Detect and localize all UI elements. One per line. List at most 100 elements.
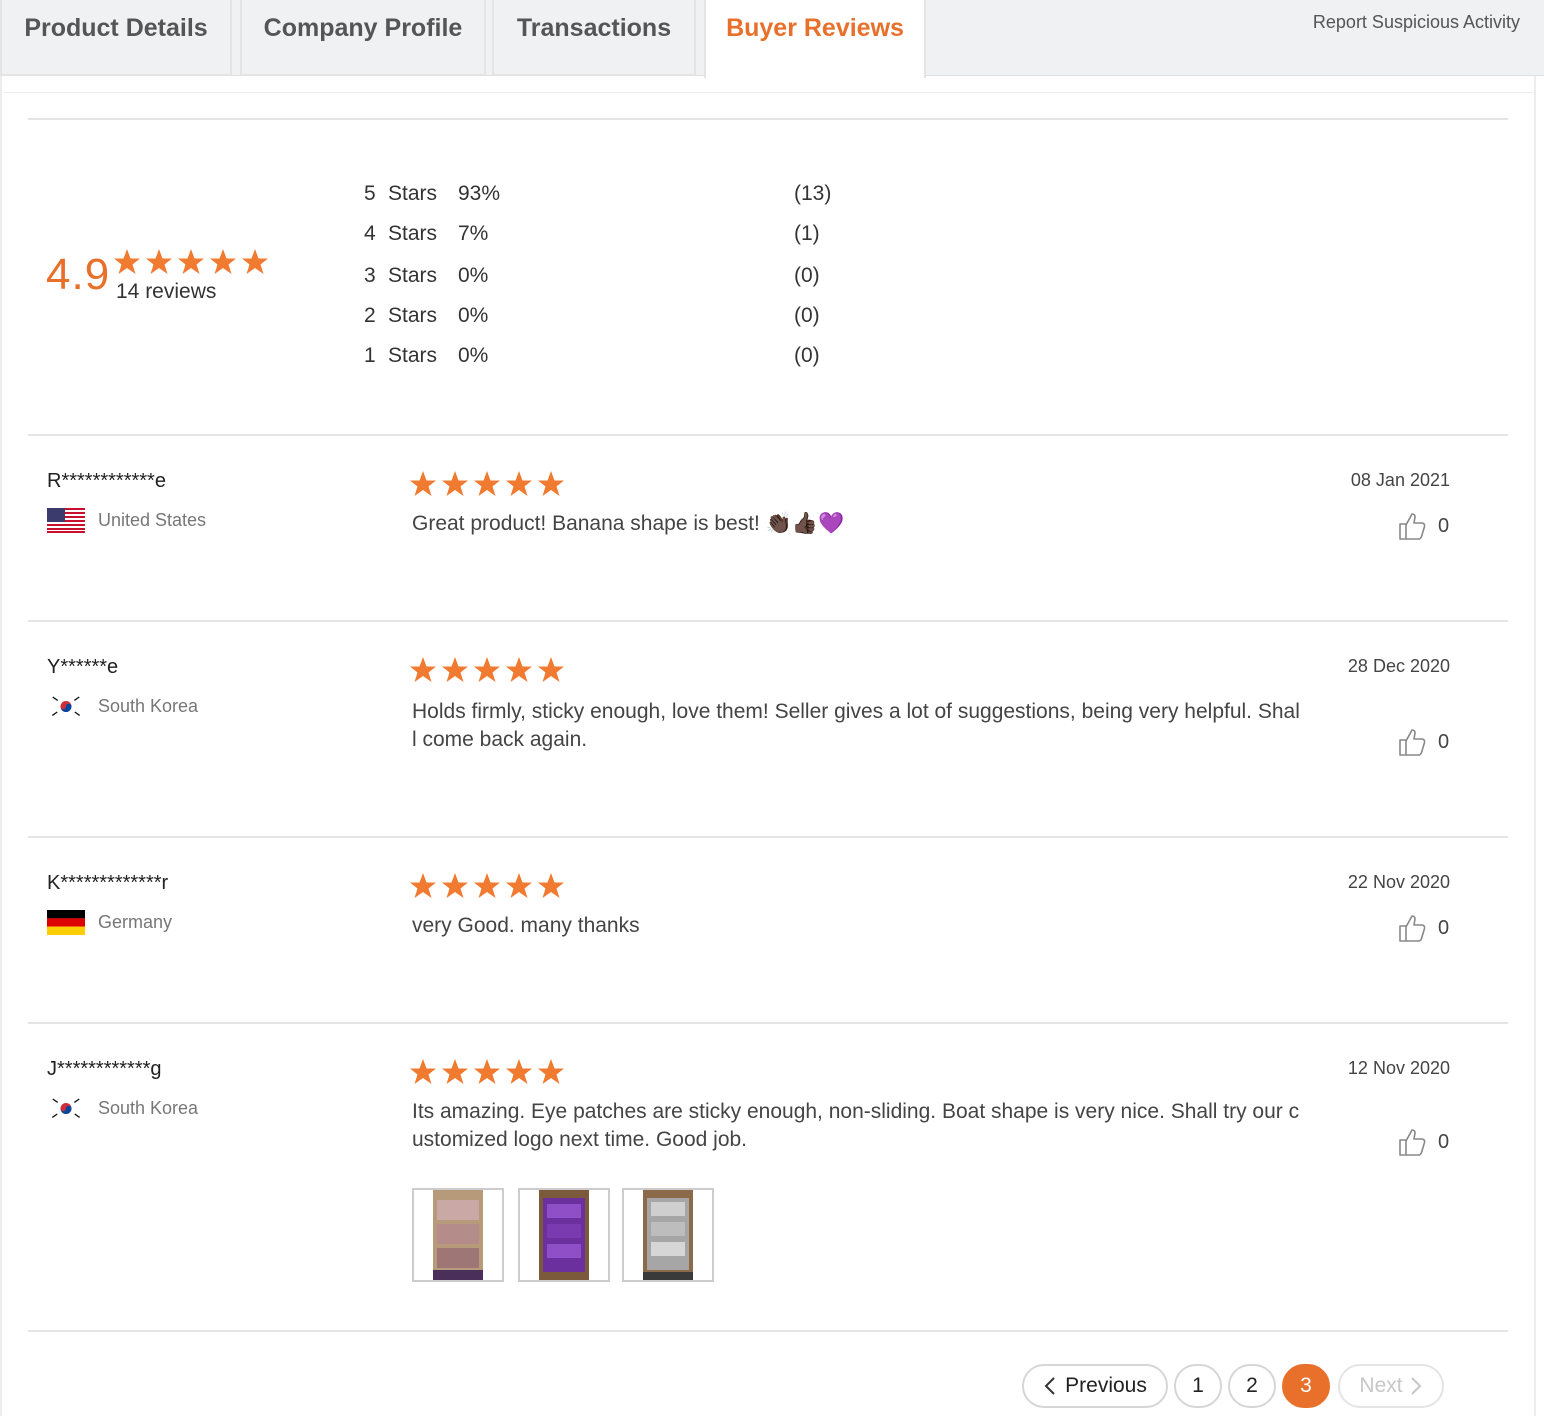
star-percent: 0% (458, 264, 489, 287)
star-icon (114, 249, 140, 274)
star-icon (506, 471, 532, 496)
star-icon (474, 873, 500, 898)
star-icon (506, 657, 532, 682)
star-icon (410, 1059, 436, 1084)
reviewer-name: Y******e (47, 656, 119, 678)
like-button[interactable]: 0 (1398, 1126, 1458, 1158)
star-level: 2 (364, 304, 376, 327)
like-button[interactable]: 0 (1398, 510, 1458, 542)
report-suspicious-activity-link[interactable]: Report Suspicious Activity (1313, 12, 1520, 33)
review-photo-thumbnail[interactable] (518, 1188, 610, 1282)
star-icon (538, 873, 564, 898)
flag-us-icon (47, 508, 85, 533)
reviewer-country: Germany (98, 912, 173, 932)
review-text: very Good. many thanks (412, 914, 640, 937)
review-text: Its amazing. Eye patches are sticky enou… (412, 1100, 1300, 1151)
star-icon (410, 471, 436, 496)
star-icon (410, 873, 436, 898)
review-stars (410, 657, 564, 682)
previous-page-button[interactable]: Previous (1022, 1364, 1168, 1408)
like-count: 0 (1438, 514, 1450, 537)
tab-transactions[interactable]: Transactions (492, 0, 696, 76)
divider (4, 92, 1534, 93)
divider (28, 1330, 1508, 1332)
star-level: 1 (364, 344, 376, 367)
star-label: Stars (388, 304, 438, 327)
review-photo (539, 1190, 589, 1280)
star-icon (506, 873, 532, 898)
star-icon (178, 249, 204, 274)
like-count: 0 (1438, 730, 1450, 753)
page-button-3[interactable]: 3 (1282, 1364, 1330, 1408)
review-photo-thumbnail[interactable] (412, 1188, 504, 1282)
star-count: (13) (794, 182, 832, 205)
flag-germany-icon (47, 910, 85, 935)
reviewer-country: South Korea (98, 1098, 199, 1118)
page-button-2[interactable]: 2 (1228, 1364, 1276, 1408)
review-count: 14 reviews (116, 280, 217, 303)
reviewer-name: K*************r (47, 872, 169, 894)
thumbs-up-icon (1399, 1129, 1426, 1156)
next-label: Next (1359, 1374, 1403, 1397)
tab-product-details[interactable]: Product Details (0, 0, 232, 76)
star-level: 3 (364, 264, 376, 287)
divider (28, 620, 1508, 622)
star-label: Stars (388, 264, 438, 287)
star-icon (442, 471, 468, 496)
review-date: 08 Jan 2021 (1350, 470, 1450, 490)
star-icon (474, 1059, 500, 1084)
star-icon (442, 1059, 468, 1084)
previous-label: Previous (1065, 1374, 1147, 1397)
star-icon (210, 249, 236, 274)
tab-company-profile[interactable]: Company Profile (240, 0, 486, 76)
review-photo-thumbnail[interactable] (622, 1188, 714, 1282)
review-text: Great product! Banana shape is best! 👏🏿👍… (412, 512, 845, 535)
page-button-1[interactable]: 1 (1174, 1364, 1222, 1408)
star-icon (538, 1059, 564, 1084)
star-icon (442, 657, 468, 682)
like-button[interactable]: 0 (1398, 726, 1458, 758)
star-icon (506, 1059, 532, 1084)
star-icon (538, 471, 564, 496)
star-icon (442, 873, 468, 898)
star-count: (0) (794, 304, 820, 327)
review-photo (433, 1190, 483, 1280)
star-percent: 93% (458, 182, 501, 205)
divider (28, 434, 1508, 436)
star-percent: 0% (458, 344, 489, 367)
star-label: Stars (388, 222, 438, 245)
review-date: 12 Nov 2020 (1347, 1058, 1450, 1078)
review-date: 28 Dec 2020 (1347, 656, 1450, 676)
like-count: 0 (1438, 1130, 1450, 1153)
tab-bar: Product Details Company Profile Transact… (0, 0, 1544, 78)
star-count: (0) (794, 344, 820, 367)
reviewer-country: South Korea (98, 696, 199, 716)
like-button[interactable]: 0 (1398, 912, 1458, 944)
like-count: 0 (1438, 916, 1450, 939)
reviewer-name: J************g (47, 1058, 162, 1080)
thumbs-up-icon (1399, 729, 1426, 756)
review-photo (643, 1190, 693, 1280)
next-page-button[interactable]: Next (1338, 1364, 1444, 1408)
star-icon (474, 657, 500, 682)
review-date: 22 Nov 2020 (1347, 872, 1450, 892)
review-stars (410, 1059, 564, 1084)
star-percent: 7% (458, 222, 489, 245)
chevron-right-icon (1410, 1377, 1422, 1395)
tab-buyer-reviews[interactable]: Buyer Reviews (704, 0, 926, 78)
flag-south-korea-icon (47, 694, 85, 719)
average-rating: 4.9 (46, 250, 111, 299)
thumbs-up-icon (1399, 513, 1426, 540)
star-count: (1) (794, 222, 820, 245)
review-stars (410, 873, 564, 898)
reviewer-country: United States (98, 510, 207, 530)
reviewer-name: R************e (47, 470, 166, 492)
divider (28, 836, 1508, 838)
star-label: Stars (388, 344, 438, 367)
thumbs-up-icon (1399, 915, 1426, 942)
chevron-left-icon (1044, 1377, 1055, 1395)
divider (28, 118, 1508, 120)
star-level: 5 (364, 182, 376, 205)
star-count: (0) (794, 264, 820, 287)
summary-stars (114, 249, 268, 274)
